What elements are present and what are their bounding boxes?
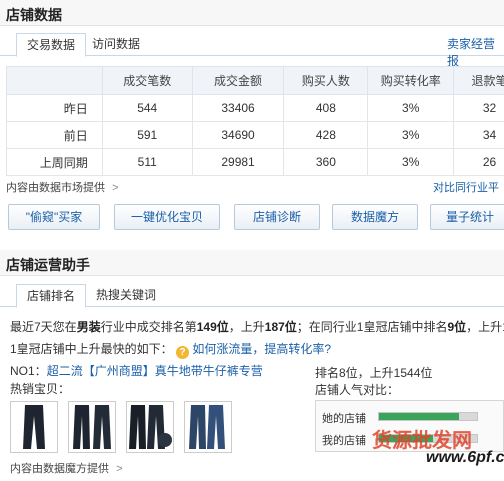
- column-header: 成交笔数: [101, 66, 193, 95]
- compare-bar-her: 她的店铺: [322, 410, 478, 426]
- column-header: 购买人数: [283, 66, 369, 95]
- no1-label: NO1：: [10, 364, 47, 378]
- tab-store-ranking[interactable]: 店铺排名: [16, 284, 87, 308]
- table-cell: 428: [283, 121, 369, 149]
- column-header: 购买转化率: [367, 66, 455, 95]
- row-label: 上周同期: [6, 148, 103, 176]
- row-label: 昨日: [6, 94, 103, 122]
- data-source-text: 内容由数据魔方提供: [10, 463, 109, 475]
- table-cell: 3%: [367, 121, 455, 149]
- table-header-row: 成交笔数 成交金额 购买人数 购买转化率 退款笔: [6, 66, 504, 95]
- table-cell: 591: [101, 121, 193, 149]
- ranking-description: 最近7天您在男装行业中成交排名第149位，上升187位；在同行业1皇冠店铺中排名…: [10, 317, 504, 359]
- bar-track: [378, 412, 478, 421]
- tab-trade-data[interactable]: 交易数据: [16, 33, 87, 57]
- hot-item-thumbnail[interactable]: [68, 401, 116, 453]
- help-icon: ?: [176, 346, 190, 359]
- no1-row: NO1：超二流【广州商盟】真牛地带牛仔裤专营: [10, 362, 263, 379]
- data-cube-button[interactable]: 数据魔方: [332, 204, 418, 230]
- store-data-title: 店铺数据: [0, 0, 504, 26]
- compare-bar-mine: 我的店铺: [322, 432, 478, 448]
- bar-label: 我的店铺: [322, 435, 366, 447]
- watermark-url: www.6pf.cn: [426, 449, 504, 466]
- table-cell: 32: [453, 94, 504, 122]
- store-data-tabs: 交易数据 访问数据: [0, 28, 504, 57]
- table-cell: 360: [283, 148, 369, 176]
- tab-visit-data[interactable]: 访问数据: [82, 33, 150, 57]
- hot-item-thumbnail[interactable]: [126, 401, 174, 453]
- optimize-items-button[interactable]: 一键优化宝贝: [114, 204, 220, 230]
- tab-hot-keywords[interactable]: 热搜关键词: [86, 284, 166, 308]
- table-cell: 3%: [367, 94, 455, 122]
- quantum-stats-button[interactable]: 量子统计: [430, 204, 504, 230]
- column-header: [6, 66, 103, 95]
- column-header: 退款笔: [453, 66, 504, 95]
- bar-fill: [379, 413, 460, 420]
- data-cube-source-note[interactable]: 内容由数据魔方提供 >: [10, 460, 123, 476]
- table-row: 昨日 544 33406 408 3% 32: [6, 94, 504, 122]
- chevron-right-icon: >: [112, 182, 119, 194]
- table-cell: 544: [101, 94, 193, 122]
- data-source-text: 内容由数据市场提供: [6, 182, 105, 194]
- popularity-label: 店铺人气对比：: [315, 383, 400, 397]
- table-cell: 26: [453, 148, 504, 176]
- hot-item-thumbnail[interactable]: [10, 401, 58, 453]
- trade-stats-table: 成交笔数 成交金额 购买人数 购买转化率 退款笔 昨日 544 33406 40…: [6, 66, 504, 176]
- table-row: 上周同期 511 29981 360 3% 26: [6, 148, 504, 176]
- table-cell: 511: [101, 148, 193, 176]
- table-row: 前日 591 34690 428 3% 34: [6, 121, 504, 149]
- table-cell: 3%: [367, 148, 455, 176]
- assistant-tabs: 店铺排名 热搜关键词: [0, 279, 504, 308]
- table-cell: 34690: [191, 121, 285, 149]
- hot-items-label: 热销宝贝：: [10, 382, 71, 396]
- table-cell: 408: [283, 94, 369, 122]
- chevron-right-icon: >: [116, 463, 123, 475]
- store-diagnosis-button[interactable]: 店铺诊断: [234, 204, 320, 230]
- row-label: 前日: [6, 121, 103, 149]
- column-header: 成交金额: [191, 66, 285, 95]
- table-cell: 29981: [191, 148, 285, 176]
- compare-industry-link[interactable]: 对比同行业平: [433, 179, 499, 195]
- growth-tips-link[interactable]: 如何涨流量，提高转化率?: [192, 342, 331, 356]
- no1-shop-link[interactable]: 超二流【广州商盟】真牛地带牛仔裤专营: [47, 364, 263, 378]
- ranking-line-1: 最近7天您在男装行业中成交排名第149位，上升187位；在同行业1皇冠店铺中排名…: [10, 320, 504, 334]
- table-cell: 34: [453, 121, 504, 149]
- bar-label: 她的店铺: [322, 413, 366, 425]
- ranking-line-2: 1皇冠店铺中上升最快的如下： ? 如何涨流量，提高转化率?: [10, 342, 332, 359]
- assistant-title: 店铺运营助手: [0, 250, 504, 276]
- seller-report-link[interactable]: 卖家经营报: [447, 35, 504, 69]
- rank-summary: 排名8位，上升1544位: [315, 366, 433, 380]
- data-source-note[interactable]: 内容由数据市场提供 >: [6, 179, 119, 195]
- peek-buyers-button[interactable]: "偷窥"买家: [8, 204, 100, 230]
- hot-item-thumbnail[interactable]: [184, 401, 232, 453]
- table-cell: 33406: [191, 94, 285, 122]
